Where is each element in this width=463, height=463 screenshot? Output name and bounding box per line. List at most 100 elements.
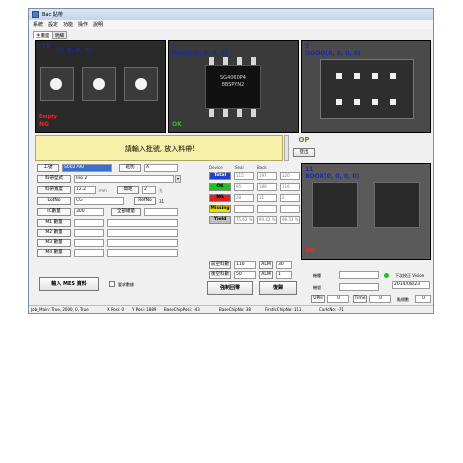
chip-pin (223, 109, 228, 117)
solder-pad (336, 99, 342, 105)
pitch-label: 間距 (117, 186, 139, 194)
station-label: 班別 (119, 164, 141, 172)
reset-button[interactable]: 復歸 (259, 281, 297, 295)
message-scrollbar[interactable] (284, 135, 289, 161)
input-mes-button[interactable]: 輸入 MES 資料 (39, 277, 99, 291)
station-select[interactable]: A (144, 164, 178, 172)
tab-detail[interactable]: 明細 (52, 31, 67, 39)
model-input[interactable] (339, 271, 379, 279)
chevron-down-icon[interactable]: ▾ (175, 175, 181, 183)
m1-label: M1 數量 (37, 219, 71, 227)
m3-label: M3 數量 (37, 239, 71, 247)
force-reset-button[interactable]: 強制回零 (207, 281, 253, 295)
camera-4-status: NG (305, 247, 315, 254)
stats-cell: 95 (234, 183, 254, 191)
status-job-main: Job_Main: True, 2000, 0, True (31, 307, 89, 312)
m4-input[interactable] (74, 249, 104, 257)
tape-width-label: 料帶寬度 (37, 186, 71, 194)
m2-input[interactable] (74, 229, 104, 237)
chip-marking: SG4060P4 8BSPYN2 (220, 75, 246, 88)
chip-pin (223, 57, 228, 65)
status-cur-ic-no: CurIcNo: -71 (319, 307, 344, 312)
camera-4-label: 11 (305, 166, 314, 173)
front-alm-label: ALM (259, 261, 273, 269)
stats-cell (280, 205, 300, 213)
front-empty-label: 前空料數 (209, 261, 231, 269)
m3-extra[interactable] (107, 239, 178, 247)
menu-settings[interactable]: 設定 (48, 21, 58, 28)
ic-qty-label: IC數量 (37, 208, 71, 216)
menu-operate[interactable]: 操作 (78, 21, 88, 28)
model-label: 機種 (313, 273, 321, 278)
solder-pad (390, 73, 396, 79)
stats-row-label: NG (209, 194, 231, 202)
stats-cell: 115 (234, 172, 254, 180)
machine-input[interactable] (339, 283, 379, 291)
stats-cell: 2 (280, 194, 300, 202)
stats-row-label: Total (209, 172, 231, 180)
stats-cell: 186 (257, 183, 277, 191)
pitch-input[interactable]: 2 (142, 186, 156, 194)
stats-row-label: Yield (209, 216, 231, 224)
camera-2-status: OK (172, 121, 182, 128)
time-value: 0 (369, 295, 391, 303)
stats-cell: 98.33 % (280, 216, 300, 224)
tape-type-select[interactable]: Ino 2 (74, 175, 174, 183)
chip-pin (237, 57, 242, 65)
chip-pin (251, 109, 256, 117)
stats-cell (257, 205, 277, 213)
camera-1-label: -11 (39, 43, 50, 50)
solder-pad (372, 73, 378, 79)
camera-1-status-top: Empty (39, 114, 57, 120)
m1-extra[interactable] (107, 219, 178, 227)
ic-qty-input[interactable]: 300 (74, 208, 104, 216)
front-alm-value[interactable]: 30 (276, 261, 292, 269)
tape-width-input[interactable]: 12.2 (74, 186, 96, 194)
camera-3-coords: OOOO(0, 0, 0, 0) (305, 50, 361, 57)
tape-pocket (374, 182, 420, 228)
camera-4-coords: XOOX(0, 0, 0, 0) (305, 173, 360, 180)
set-input[interactable] (144, 208, 178, 216)
stats-cell: 28 (234, 194, 254, 202)
stats-header-device: Device (209, 165, 223, 170)
tape-pocket (312, 182, 358, 228)
camera-view-1: -11 (0, 0, 0, 0) Empty NG (35, 40, 166, 133)
stats-row-label: OK (209, 183, 231, 191)
work-order-input[interactable]: S002790 (62, 164, 112, 172)
m2-extra[interactable] (107, 229, 178, 237)
back-alm-value[interactable]: 1 (276, 271, 292, 279)
mark-count-value: 0 (415, 295, 431, 303)
request-data-checkbox[interactable] (109, 281, 115, 287)
menu-function[interactable]: 功能 (63, 21, 73, 28)
chip-pin (209, 57, 214, 65)
camera-view-4: 11 XOOX(0, 0, 0, 0) NG (301, 163, 431, 260)
stats-cell: 11 (257, 194, 277, 202)
back-alm-label: ALM (259, 271, 273, 279)
camera-view-2: SG4060P4 8BSPYN2 5 OOOO(0, 0, 0, 0) OK (168, 40, 299, 133)
m1-input[interactable] (74, 219, 104, 227)
m3-input[interactable] (74, 239, 104, 247)
uph-label: UPH (311, 295, 325, 303)
m4-extra[interactable] (107, 249, 178, 257)
machine-label: 機號 (313, 285, 321, 290)
status-first-ic-chip-no: FirstIcChipNo: 111 (265, 307, 302, 312)
tab-main[interactable]: 主畫面 (33, 31, 53, 39)
front-empty-value: 110 (234, 261, 256, 269)
chip-pin (209, 109, 214, 117)
camera-view-3: 3 OOOO(0, 0, 0, 0) (301, 40, 431, 133)
chip-pin (251, 57, 256, 65)
sprocket-hole (135, 78, 147, 90)
sprocket-hole (50, 78, 62, 90)
stats-header-seal: Seal (235, 165, 244, 170)
lotno-input[interactable]: CG (74, 197, 124, 205)
window-title: Bac 貼帶 (42, 12, 63, 18)
logout-button[interactable]: 登出 (293, 148, 315, 157)
next-calibration-date[interactable]: 2014/08/23 (392, 281, 430, 289)
app-window: Bac 貼帶 系統 設定 功能 操作 說明 主畫面 明細 -11 (0, 0, … (28, 8, 434, 314)
menu-system[interactable]: 系統 (33, 21, 43, 28)
menu-help[interactable]: 說明 (93, 21, 103, 28)
next-calibration-label: 下次校正 Vision (395, 273, 425, 278)
status-x-posi: X Posi: 0 (107, 307, 125, 312)
pitch-unit: 孔 (159, 188, 163, 193)
uph-value: 0 (327, 295, 349, 303)
